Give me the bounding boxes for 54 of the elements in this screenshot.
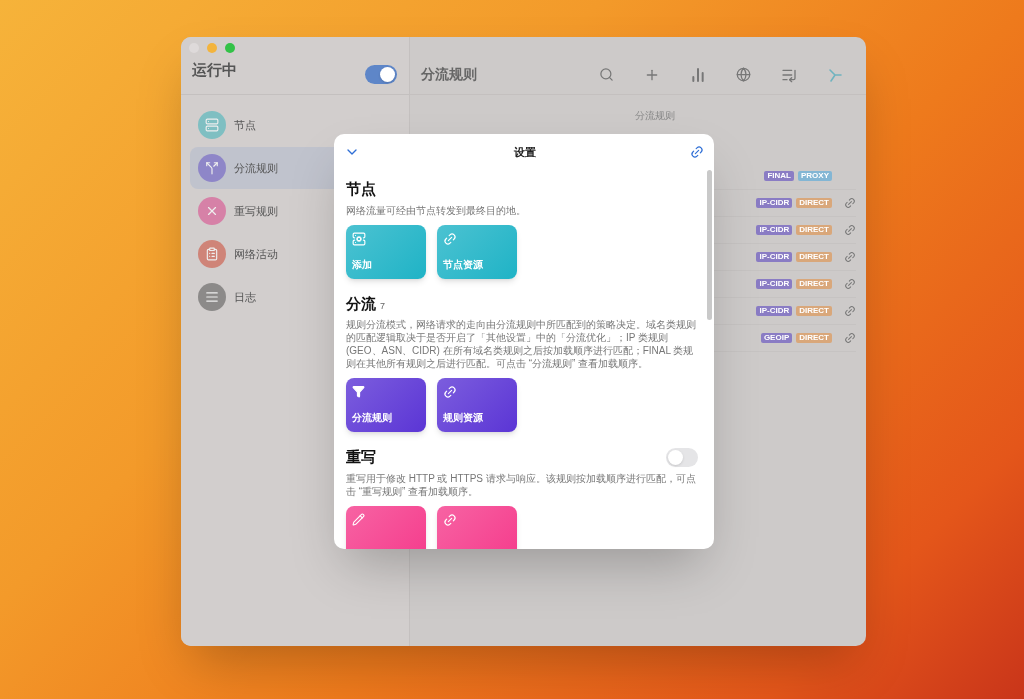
page-title: 分流规则	[421, 65, 478, 84]
filter-icon	[352, 385, 365, 398]
action-tile[interactable]: 规则资源	[437, 378, 517, 432]
bar-chart-icon[interactable]	[690, 66, 706, 83]
fan-icon[interactable]	[827, 66, 843, 83]
rule-tag: FINAL	[764, 171, 794, 181]
tile-label: 添加	[352, 257, 373, 272]
sidebar-item-label: 日志	[234, 289, 256, 305]
lines-icon	[205, 290, 219, 304]
rule-tag: DIRECT	[796, 225, 832, 235]
zoom-button[interactable]	[225, 43, 235, 53]
rule-tag: IP-CIDR	[756, 279, 793, 289]
pencil-icon	[352, 512, 365, 526]
globe-icon[interactable]	[736, 67, 751, 82]
section-description: 网络流量可经由节点转发到最终目的地。	[346, 203, 527, 217]
sidebar-item[interactable]: 节点	[190, 104, 400, 146]
rule-tag: IP-CIDR	[756, 198, 793, 208]
scrollbar[interactable]	[707, 170, 712, 320]
section-description: 规则分流模式，网络请求的走向由分流规则中所匹配到的策略决定。域名类规则的匹配逻辑取决于是否开启了「其他设置」中的「分流优化」；IP 类规则 (GEO、ASN、CIDR) 在所有域名类规则之后按加载顺序进行匹配；FINAL 类规则在其他所有规则之后进行匹配。可点击 “分流规则” 查看加载顺序。	[346, 318, 697, 370]
section-description: 重写用于修改 HTTP 或 HTTPS 请求与响应。该规则按加载顺序进行匹配，可点击 “重写规则” 查看加载顺序。	[346, 471, 697, 498]
rule-tag: IP-CIDR	[756, 225, 793, 235]
section-title: 分流	[346, 293, 376, 314]
rule-tag: PROXY	[798, 171, 832, 181]
server-add-icon	[352, 231, 366, 246]
rule-tag: IP-CIDR	[756, 306, 793, 316]
toggle-switch[interactable]	[666, 447, 698, 467]
rule-tag: DIRECT	[796, 333, 832, 343]
sidebar-item-label: 网络活动	[234, 246, 278, 262]
minimize-button[interactable]	[207, 43, 217, 53]
modal-title: 设置	[514, 144, 536, 160]
section-count: 7	[380, 299, 385, 313]
split-icon	[205, 161, 219, 175]
sidebar-item-label: 节点	[234, 117, 256, 133]
rule-tag: DIRECT	[796, 279, 832, 289]
rule-tag: DIRECT	[796, 306, 832, 316]
clipboard-icon	[205, 247, 219, 261]
toggle-switch[interactable]	[365, 65, 397, 84]
tile-label: 规则资源	[443, 411, 484, 425]
server-icon	[205, 118, 219, 132]
rule-tag: GEOIP	[760, 333, 793, 343]
tile-label: 节点资源	[443, 257, 484, 272]
rule-tag: IP-CIDR	[756, 252, 793, 262]
section-title: 重写	[346, 447, 376, 467]
cross-icon	[205, 204, 219, 218]
sidebar-item-label: 重写规则	[234, 203, 278, 219]
rule-tag: DIRECT	[796, 198, 832, 208]
rule-tag: DIRECT	[796, 252, 832, 262]
action-tile[interactable]: 分流规则	[346, 378, 426, 432]
search-icon[interactable]	[599, 67, 614, 82]
sidebar-item-label: 分流规则	[234, 160, 278, 176]
action-tile[interactable]	[346, 505, 426, 549]
sidebar-title: 运行中	[192, 60, 237, 81]
action-tile[interactable]	[437, 505, 517, 549]
tile-label: 分流规则	[352, 411, 393, 425]
